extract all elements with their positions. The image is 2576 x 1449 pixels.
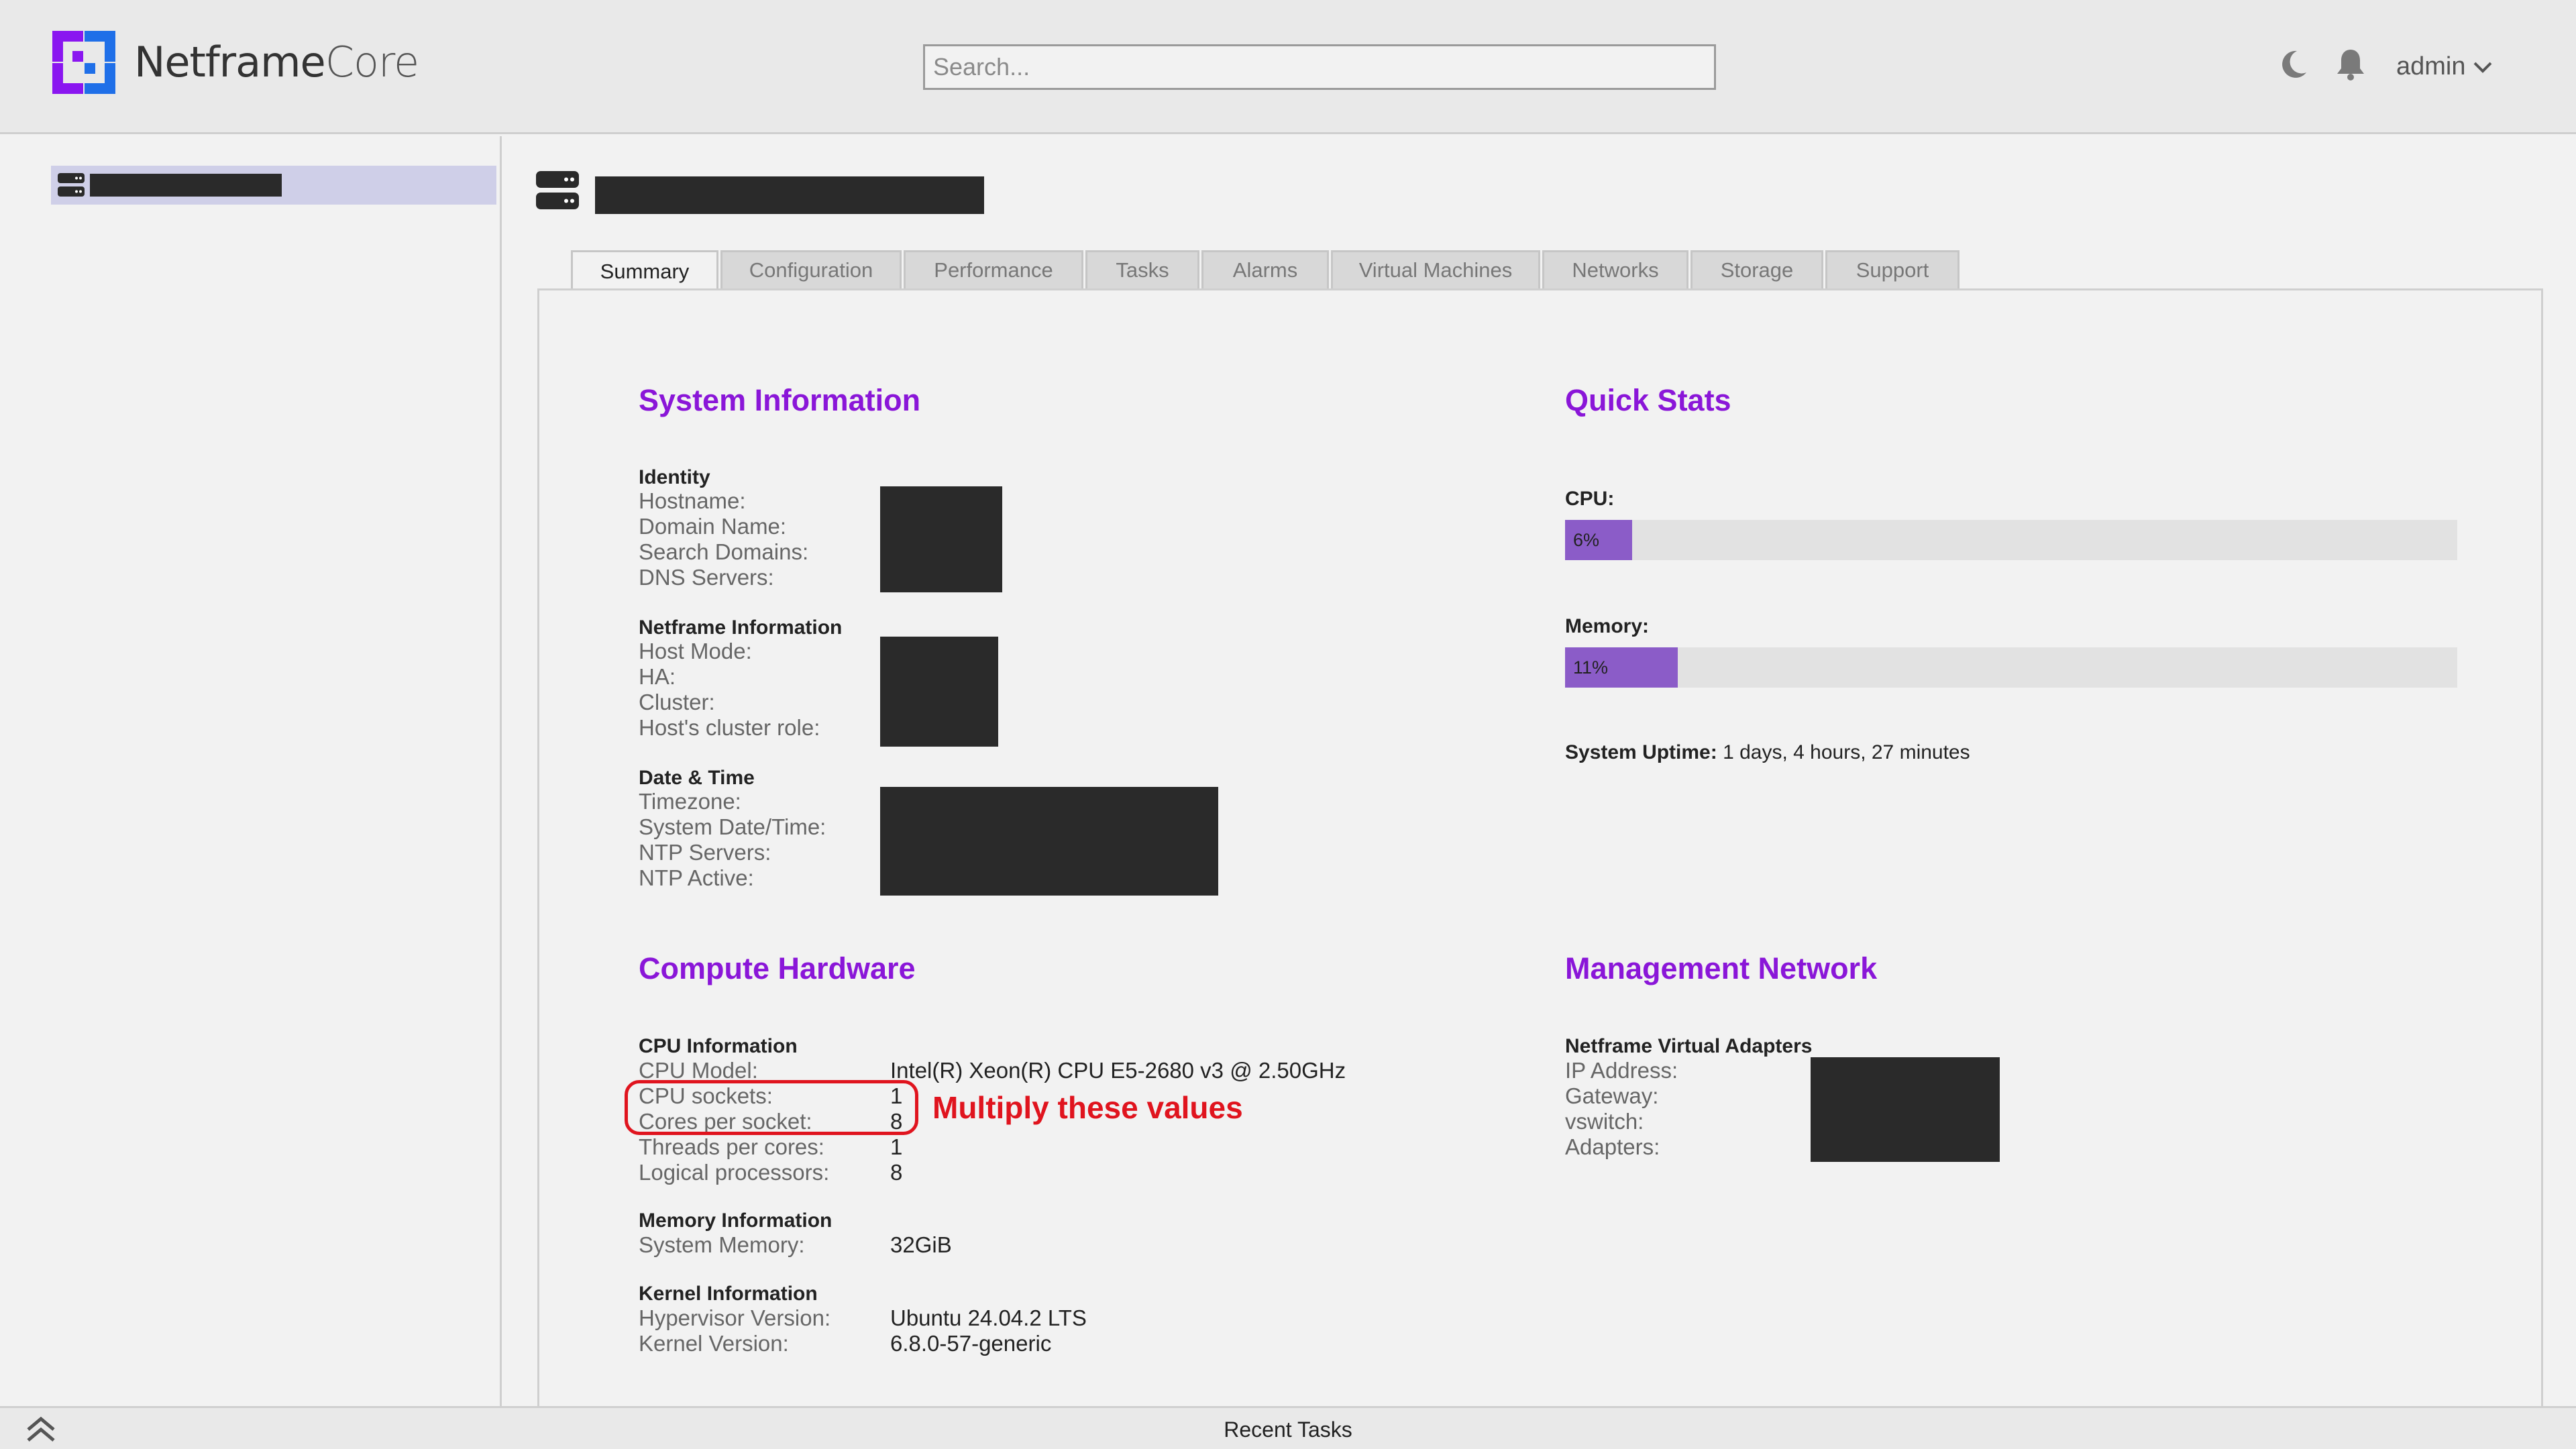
memory-usage-fill: 11% xyxy=(1565,647,1678,688)
ha-label: HA: xyxy=(639,664,676,689)
threads-per-core-value: 1 xyxy=(890,1134,903,1159)
management-network-title: Management Network xyxy=(1565,951,1878,985)
domain-name-label: Domain Name: xyxy=(639,514,787,539)
server-icon xyxy=(536,171,579,209)
tab-performance[interactable]: Performance xyxy=(904,250,1083,290)
cluster-role-label: Host's cluster role: xyxy=(639,715,820,740)
cpu-model-value: Intel(R) Xeon(R) CPU E5-2680 v3 @ 2.50GH… xyxy=(890,1058,1346,1083)
hostname-label: Hostname: xyxy=(639,488,746,513)
ip-address-label: IP Address: xyxy=(1565,1058,1678,1083)
moon-icon[interactable] xyxy=(2275,47,2310,82)
memory-usage-bar: 11% xyxy=(1565,647,2457,688)
system-uptime-value: 1 days, 4 hours, 27 minutes xyxy=(1723,741,1970,763)
bell-icon[interactable] xyxy=(2333,47,2368,82)
cpu-usage-fill: 6% xyxy=(1565,520,1632,560)
tab-alarms[interactable]: Alarms xyxy=(1201,250,1329,290)
recent-tasks-bar[interactable]: Recent Tasks xyxy=(0,1406,2576,1449)
tab-tasks[interactable]: Tasks xyxy=(1085,250,1199,290)
top-header: NetframeCore admin xyxy=(0,0,2576,134)
search-domains-label: Search Domains: xyxy=(639,539,809,564)
cpu-usage-bar: 6% xyxy=(1565,520,2457,560)
tab-configuration[interactable]: Configuration xyxy=(720,250,902,290)
redacted-netframe-values xyxy=(880,637,998,747)
tab-summary[interactable]: Summary xyxy=(571,250,718,292)
redacted-network-values xyxy=(1811,1057,2000,1162)
logical-processors-label: Logical processors: xyxy=(639,1160,830,1185)
cpu-usage-label: CPU: xyxy=(1565,488,1615,510)
memory-usage-label: Memory: xyxy=(1565,615,1650,637)
gateway-label: Gateway: xyxy=(1565,1083,1659,1108)
host-mode-label: Host Mode: xyxy=(639,639,752,663)
brand-name-first: Netframe xyxy=(134,38,326,87)
tab-bar: Summary Configuration Performance Tasks … xyxy=(571,250,1960,292)
summary-panel: System Information Identity Hostname: Do… xyxy=(537,288,2543,1409)
quick-stats-title: Quick Stats xyxy=(1565,383,1731,417)
redacted-identity-values xyxy=(880,486,1002,592)
cpu-information-title: CPU Information xyxy=(639,1035,798,1057)
recent-tasks-label: Recent Tasks xyxy=(1224,1417,1352,1442)
main-content: Summary Configuration Performance Tasks … xyxy=(504,136,2576,1409)
sidebar-item-host[interactable] xyxy=(51,166,496,205)
tab-virtual-machines[interactable]: Virtual Machines xyxy=(1331,250,1540,290)
compute-hardware-title: Compute Hardware xyxy=(639,951,916,985)
system-memory-label: System Memory: xyxy=(639,1232,805,1257)
kernel-information-title: Kernel Information xyxy=(639,1283,818,1305)
brand-name[interactable]: NetframeCore xyxy=(134,38,419,87)
netframe-logo[interactable] xyxy=(52,31,115,94)
search-input[interactable] xyxy=(923,44,1716,90)
vswitch-label: vswitch: xyxy=(1565,1109,1644,1134)
timezone-label: Timezone: xyxy=(639,789,741,814)
tab-support[interactable]: Support xyxy=(1825,250,1960,290)
chevron-down-icon xyxy=(2473,62,2491,73)
system-memory-value: 32GiB xyxy=(890,1232,952,1257)
system-uptime: System Uptime: 1 days, 4 hours, 27 minut… xyxy=(1565,741,1970,764)
identity-title: Identity xyxy=(639,466,710,488)
date-time-title: Date & Time xyxy=(639,767,755,789)
system-uptime-label: System Uptime: xyxy=(1565,741,1717,763)
hypervisor-version-label: Hypervisor Version: xyxy=(639,1305,831,1330)
inventory-sidebar xyxy=(0,136,502,1406)
annotation-highlight-oval xyxy=(625,1080,918,1135)
brand-name-second: Core xyxy=(325,38,419,87)
annotation-note: Multiply these values xyxy=(932,1090,1243,1125)
hypervisor-version-value: Ubuntu 24.04.2 LTS xyxy=(890,1305,1087,1330)
system-information-title: System Information xyxy=(639,383,921,417)
threads-per-core-label: Threads per cores: xyxy=(639,1134,824,1159)
redacted-host-title xyxy=(595,176,984,214)
tab-storage[interactable]: Storage xyxy=(1690,250,1823,290)
user-name: admin xyxy=(2396,52,2466,80)
tab-networks[interactable]: Networks xyxy=(1542,250,1688,290)
ntp-servers-label: NTP Servers: xyxy=(639,840,771,865)
kernel-version-label: Kernel Version: xyxy=(639,1331,789,1356)
server-icon xyxy=(58,173,85,197)
redacted-host-name xyxy=(90,174,282,197)
netframe-information-title: Netframe Information xyxy=(639,616,843,639)
system-datetime-label: System Date/Time: xyxy=(639,814,826,839)
cluster-label: Cluster: xyxy=(639,690,715,714)
virtual-adapters-title: Netframe Virtual Adapters xyxy=(1565,1035,1813,1057)
dns-servers-label: DNS Servers: xyxy=(639,565,774,590)
ntp-active-label: NTP Active: xyxy=(639,865,754,890)
logical-processors-value: 8 xyxy=(890,1160,903,1185)
adapters-label: Adapters: xyxy=(1565,1134,1660,1159)
kernel-version-value: 6.8.0-57-generic xyxy=(890,1331,1052,1356)
user-menu[interactable]: admin xyxy=(2396,52,2493,81)
redacted-datetime-values xyxy=(880,787,1218,896)
memory-information-title: Memory Information xyxy=(639,1210,833,1232)
